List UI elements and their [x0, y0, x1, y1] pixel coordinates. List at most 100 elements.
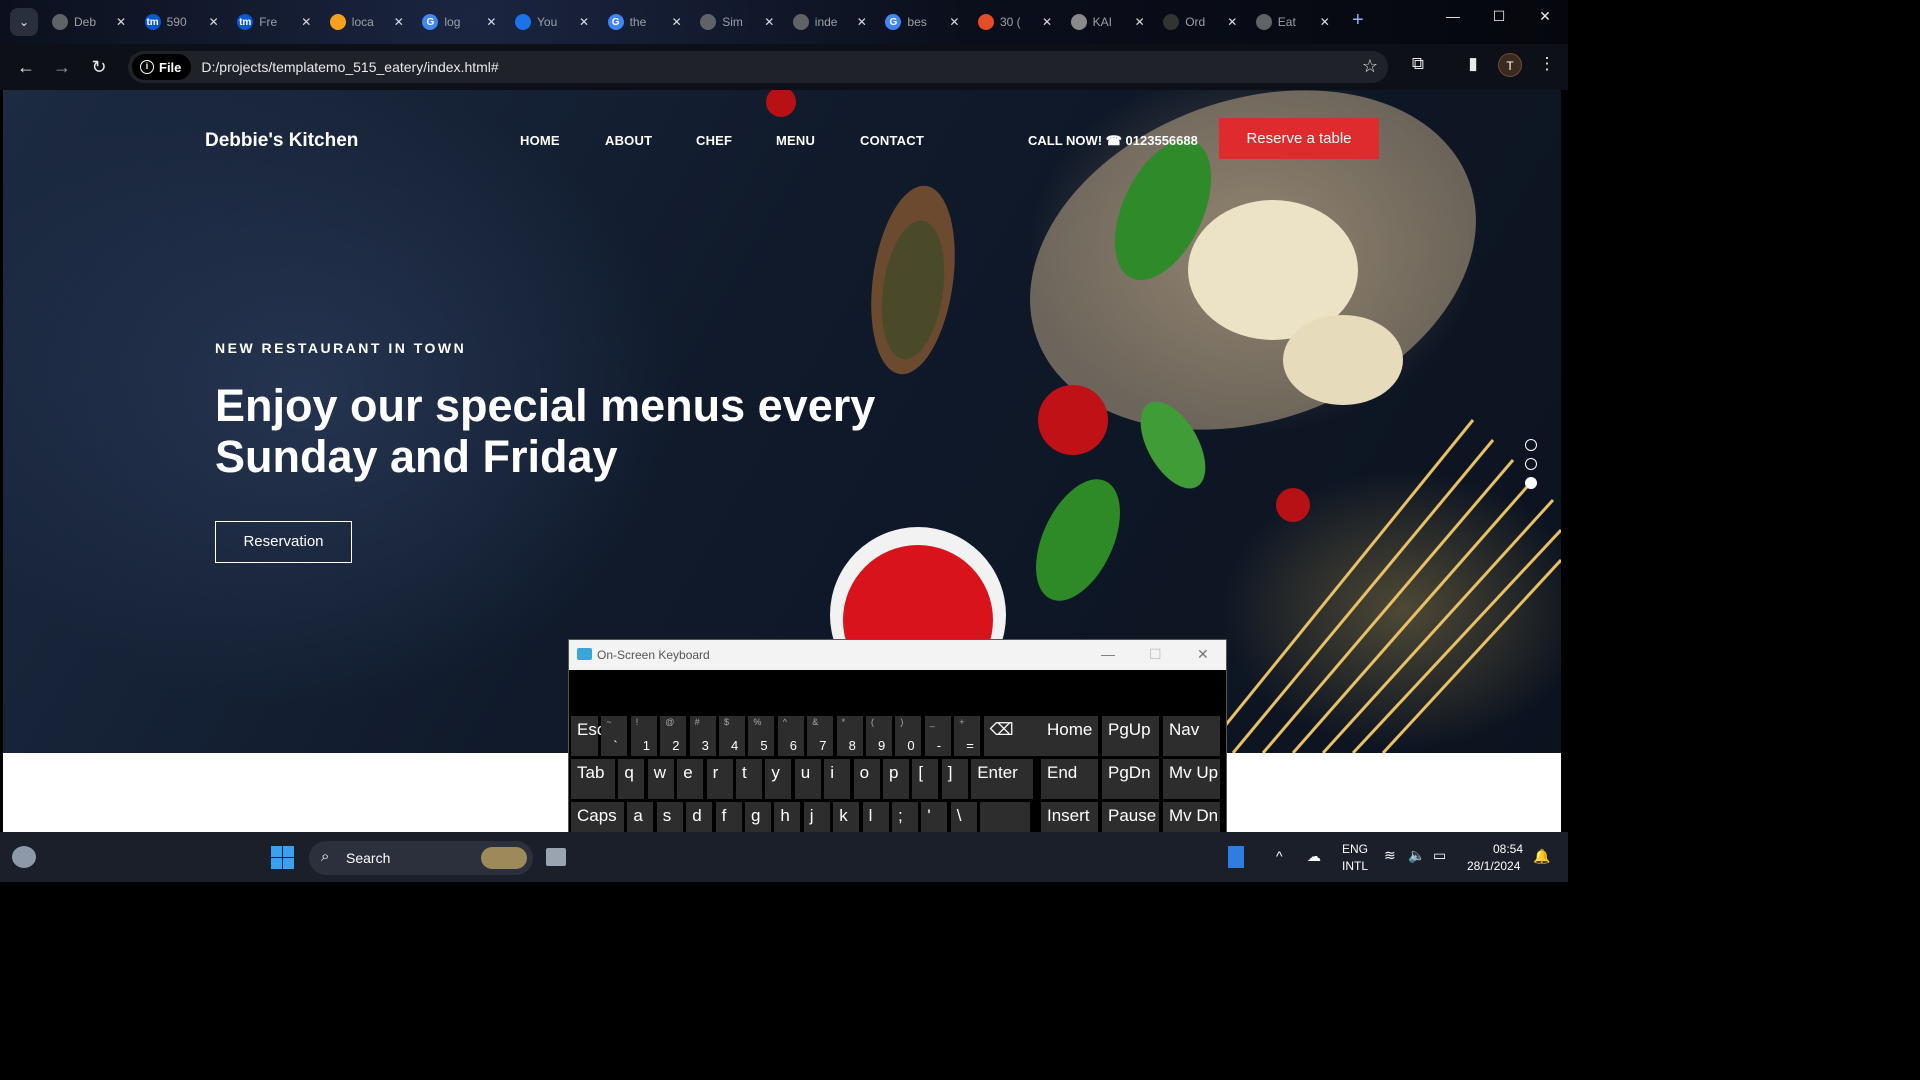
browser-tab[interactable]: loca ✕: [329, 8, 404, 36]
close-window-button[interactable]: ✕: [1522, 8, 1568, 25]
browser-tab[interactable]: Gbes ✕: [885, 8, 959, 36]
tab-close-icon[interactable]: ✕: [672, 15, 682, 29]
keyboard-titlebar[interactable]: On-Screen Keyboard — ☐ ✕: [569, 640, 1226, 670]
back-icon[interactable]: ←: [13, 54, 39, 80]
key[interactable]: u: [794, 759, 821, 799]
tray-chevron-icon[interactable]: ^: [1276, 848, 1283, 864]
nav-home[interactable]: HOME: [520, 133, 560, 148]
browser-tab[interactable]: Sim ✕: [700, 8, 774, 36]
address-bar[interactable]: i File D:/projects/templatemo_515_eatery…: [128, 51, 1388, 83]
slider-dot-1[interactable]: [1525, 439, 1537, 451]
notification-bell-icon[interactable]: 🔔: [1533, 848, 1550, 865]
key[interactable]: % 5: [748, 716, 775, 756]
reserve-table-button[interactable]: Reserve a table: [1219, 118, 1379, 159]
tab-close-icon[interactable]: ✕: [1227, 15, 1237, 29]
key[interactable]: ^ 6: [777, 716, 804, 756]
tab-close-icon[interactable]: ✕: [394, 15, 404, 29]
tab-close-icon[interactable]: ✕: [486, 15, 496, 29]
tab-search-button[interactable]: ⌄: [10, 8, 38, 36]
tab-close-icon[interactable]: ✕: [764, 15, 774, 29]
key[interactable]: Nav: [1163, 716, 1220, 756]
menu-kebab-icon[interactable]: ⋮: [1534, 54, 1560, 74]
browser-tab[interactable]: inde ✕: [792, 8, 867, 36]
tab-close-icon[interactable]: ✕: [857, 15, 867, 29]
maximize-button[interactable]: ☐: [1476, 8, 1522, 25]
forward-icon[interactable]: →: [49, 54, 75, 80]
extensions-icon[interactable]: ⧉: [1405, 54, 1431, 74]
key[interactable]: #3: [689, 716, 716, 756]
tab-close-icon[interactable]: ✕: [1042, 15, 1052, 29]
minimize-button[interactable]: —: [1430, 8, 1476, 24]
key[interactable]: p: [883, 759, 909, 799]
key[interactable]: @2: [660, 716, 687, 756]
tab-close-icon[interactable]: ✕: [1135, 15, 1145, 29]
clock-time[interactable]: 08:54: [1493, 842, 1523, 856]
key[interactable]: * 8: [836, 716, 863, 756]
tab-close-icon[interactable]: ✕: [1320, 15, 1330, 29]
tab-close-icon[interactable]: ✕: [116, 15, 126, 29]
browser-tab[interactable]: Eat ✕: [1255, 8, 1330, 36]
reservation-button[interactable]: Reservation: [215, 521, 352, 563]
nav-menu[interactable]: MENU: [776, 133, 815, 148]
browser-tab[interactable]: tm 590 ✕: [144, 8, 219, 36]
browser-tab[interactable]: Gthe ✕: [607, 8, 682, 36]
key[interactable]: ! 1: [630, 716, 657, 756]
slider-dot-3[interactable]: [1525, 477, 1537, 489]
keyboard-layout[interactable]: INTL: [1342, 859, 1368, 873]
keyboard-minimize-button[interactable]: —: [1101, 646, 1115, 662]
browser-tab[interactable]: Deb ✕: [52, 8, 126, 36]
key[interactable]: + =: [954, 716, 981, 756]
reload-icon[interactable]: ↻: [86, 54, 112, 80]
key[interactable]: [: [912, 759, 939, 799]
tab-close-icon[interactable]: ✕: [949, 15, 959, 29]
key[interactable]: y: [765, 759, 792, 799]
clock-date[interactable]: 28/1/2024: [1467, 859, 1520, 873]
key[interactable]: q: [618, 759, 645, 799]
windows-start-icon[interactable]: [271, 846, 294, 869]
keyboard-close-button[interactable]: ✕: [1197, 646, 1209, 663]
key[interactable]: i: [824, 759, 851, 799]
browser-tab[interactable]: You ✕: [515, 8, 589, 36]
key[interactable]: PgDn: [1102, 759, 1159, 799]
call-now-phone[interactable]: CALL NOW! ☎ 0123556688: [1028, 133, 1198, 149]
key[interactable]: Home: [1041, 716, 1098, 756]
volume-icon[interactable]: 🔈: [1408, 847, 1425, 864]
key[interactable]: _ -: [924, 716, 951, 756]
key[interactable]: Enter: [971, 759, 1034, 799]
slider-dot-2[interactable]: [1525, 458, 1537, 470]
tab-close-icon[interactable]: ✕: [209, 15, 219, 29]
key[interactable]: & 7: [807, 716, 834, 756]
tab-close-icon[interactable]: ✕: [301, 15, 311, 29]
browser-tab[interactable]: Ord ✕: [1163, 8, 1237, 36]
key[interactable]: $4: [719, 716, 745, 756]
key[interactable]: ~ `: [601, 716, 628, 756]
nav-chef[interactable]: CHEF: [696, 133, 732, 148]
site-brand[interactable]: Debbie's Kitchen: [205, 130, 358, 152]
tab-close-icon[interactable]: ✕: [579, 15, 589, 29]
key[interactable]: PgUp: [1102, 716, 1159, 756]
key[interactable]: (9: [866, 716, 892, 756]
key[interactable]: ]: [941, 759, 968, 799]
key[interactable]: t: [736, 759, 762, 799]
onedrive-icon[interactable]: ☁: [1307, 848, 1321, 865]
key[interactable]: Mv Up: [1163, 759, 1220, 799]
browser-tab[interactable]: 30 (✕: [978, 8, 1052, 36]
key[interactable]: ⌫: [983, 716, 1044, 756]
wifi-icon[interactable]: ≋: [1384, 847, 1396, 864]
key[interactable]: End: [1041, 759, 1098, 799]
battery-icon[interactable]: ▭: [1433, 847, 1446, 864]
language-code[interactable]: ENG: [1342, 842, 1368, 856]
browser-tab[interactable]: Glog ✕: [422, 8, 496, 36]
key[interactable]: r: [706, 759, 733, 799]
key[interactable]: ) 0: [895, 716, 922, 756]
new-tab-button[interactable]: +: [1352, 10, 1364, 30]
key[interactable]: e: [677, 759, 704, 799]
taskbar-search[interactable]: ⌕ Search: [309, 841, 533, 875]
nav-about[interactable]: ABOUT: [605, 133, 652, 148]
profile-avatar[interactable]: T: [1498, 53, 1522, 77]
url-text[interactable]: D:/projects/templatemo_515_eatery/index.…: [201, 59, 498, 75]
browser-tab[interactable]: KAI ✕: [1070, 8, 1145, 36]
key[interactable]: w: [647, 759, 674, 799]
keyboard-maximize-button[interactable]: ☐: [1149, 646, 1162, 663]
bookmark-star-icon[interactable]: ☆: [1362, 56, 1378, 77]
